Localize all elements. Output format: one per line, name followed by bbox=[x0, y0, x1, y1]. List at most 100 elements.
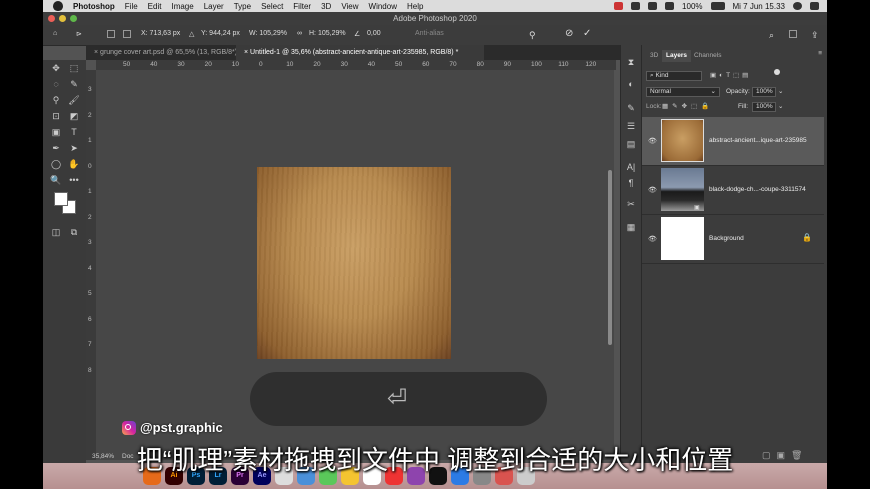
battery-icon[interactable] bbox=[710, 2, 725, 10]
menu-file[interactable]: File bbox=[125, 2, 138, 11]
paragraph-icon[interactable]: ¶ bbox=[625, 177, 637, 189]
opacity-field[interactable]: 100% bbox=[752, 87, 776, 97]
opacity-chevron-icon[interactable]: ⌄ bbox=[778, 87, 783, 95]
adjustments-icon[interactable]: ◐ bbox=[625, 78, 637, 90]
zoom-tool-icon[interactable]: 🔍 bbox=[50, 174, 62, 186]
angle-icon[interactable]: ∠ bbox=[354, 30, 360, 38]
fill-field[interactable]: 100% bbox=[752, 102, 776, 112]
wifi-icon[interactable] bbox=[648, 2, 658, 10]
ruler-h-label: 100 bbox=[531, 61, 542, 68]
menu-layer[interactable]: Layer bbox=[204, 2, 224, 11]
visibility-eye-icon[interactable]: 👁 bbox=[648, 137, 657, 145]
stamp-tool-icon[interactable]: ⊡ bbox=[50, 110, 62, 122]
ruler-h-label: 10 bbox=[286, 61, 294, 68]
tools-preset-icon[interactable]: ✂ bbox=[625, 198, 637, 210]
layer-row-background[interactable]: 👁 Background 🔒 bbox=[642, 215, 824, 264]
vertical-scrollbar[interactable] bbox=[608, 170, 612, 345]
width-field[interactable]: W: 105,29% bbox=[249, 30, 287, 37]
brush-tool-icon[interactable]: 🖌 bbox=[68, 94, 80, 106]
menu-view[interactable]: View bbox=[341, 2, 358, 11]
quick-mask-icon[interactable]: ◫ bbox=[50, 226, 62, 238]
lasso-tool-icon[interactable]: ◌ bbox=[50, 78, 62, 90]
tab-layers[interactable]: Layers bbox=[662, 50, 691, 62]
eraser-tool-icon[interactable]: ◩ bbox=[68, 110, 80, 122]
kind-filter-value: Kind bbox=[655, 72, 669, 79]
gradient-tool-icon[interactable]: ▣ bbox=[50, 126, 62, 138]
window-titlebar: Adobe Photoshop 2020 bbox=[43, 12, 827, 25]
creative-cloud-icon[interactable] bbox=[631, 2, 641, 10]
tab-untitled-1[interactable]: × Untitled-1 @ 35,6% (abstract-ancient-a… bbox=[236, 45, 484, 60]
antialias-label[interactable]: Anti-alias bbox=[415, 30, 444, 37]
shape-tool-icon[interactable]: ◯ bbox=[50, 158, 62, 170]
layer-name: Background bbox=[709, 235, 744, 242]
visibility-eye-icon[interactable]: 👁 bbox=[648, 186, 657, 194]
angle-field[interactable]: 0,00 bbox=[367, 30, 381, 37]
blend-mode-select[interactable]: Normal ⌄ bbox=[646, 87, 720, 97]
brush-settings-icon[interactable]: ✎ bbox=[625, 102, 637, 114]
menu-window[interactable]: Window bbox=[369, 2, 397, 11]
siri-icon[interactable] bbox=[793, 2, 802, 10]
document-canvas-texture[interactable] bbox=[257, 167, 451, 359]
screen-mode-icon[interactable]: ⧉ bbox=[68, 226, 80, 238]
fill-chevron-icon[interactable]: ⌄ bbox=[778, 102, 783, 110]
menu-help[interactable]: Help bbox=[407, 2, 423, 11]
libraries-icon[interactable]: ▤ bbox=[625, 138, 637, 150]
opacity-value: 100% bbox=[756, 88, 773, 95]
character-icon[interactable]: A| bbox=[625, 161, 637, 173]
tab-grunge-cover-art[interactable]: × grunge cover art.psd @ 65,5% (13, RGB/… bbox=[86, 45, 244, 60]
cancel-transform-icon[interactable]: ⊘ bbox=[565, 28, 573, 39]
keypress-overlay: ⏎ bbox=[250, 372, 547, 426]
search-icon[interactable]: ⌕ bbox=[769, 30, 774, 41]
quick-select-tool-icon[interactable]: ✎ bbox=[68, 78, 80, 90]
menu-photoshop[interactable]: Photoshop bbox=[73, 2, 115, 11]
visibility-eye-icon[interactable]: 👁 bbox=[648, 235, 657, 243]
home-icon[interactable]: ⌂ bbox=[53, 30, 57, 37]
history-icon[interactable]: ⧗ bbox=[625, 56, 637, 68]
more-tools-icon[interactable]: ••• bbox=[68, 174, 80, 186]
warp-icon[interactable]: ⚲ bbox=[529, 30, 536, 41]
workspace-icon[interactable] bbox=[789, 30, 797, 38]
menu-select[interactable]: Select bbox=[261, 2, 283, 11]
filter-type-icons[interactable]: ▣◐T⬚▤ bbox=[710, 71, 751, 79]
swatches-icon[interactable]: ▦ bbox=[625, 221, 637, 233]
properties-icon[interactable]: ☰ bbox=[625, 120, 637, 132]
ruler-h-label: 20 bbox=[313, 61, 321, 68]
y-field[interactable]: Y: 944,24 px bbox=[201, 30, 240, 37]
menu-3d[interactable]: 3D bbox=[321, 2, 331, 11]
layer-row-car[interactable]: 👁 ▣ black-dodge-ch...-coupe-3311574 bbox=[642, 166, 824, 215]
commit-transform-icon[interactable]: ✓ bbox=[583, 28, 591, 39]
menu-edit[interactable]: Edit bbox=[148, 2, 162, 11]
move-tool-preset-icon[interactable]: ⊳ bbox=[76, 30, 82, 38]
hand-tool-icon[interactable]: ✋ bbox=[68, 158, 80, 170]
panel-menu-icon[interactable]: ≡ bbox=[818, 50, 822, 57]
height-field[interactable]: H: 105,29% bbox=[309, 30, 346, 37]
kind-filter-select[interactable]: ⌕ Kind bbox=[646, 71, 702, 81]
control-center-icon[interactable] bbox=[810, 2, 819, 10]
foreground-color-swatch[interactable] bbox=[54, 192, 68, 206]
menu-image[interactable]: Image bbox=[171, 2, 193, 11]
reference-grid-icon[interactable] bbox=[123, 30, 131, 38]
move-tool-icon[interactable]: ✥ bbox=[50, 62, 62, 74]
marquee-tool-icon[interactable]: ⬚ bbox=[68, 62, 80, 74]
eyedropper-tool-icon[interactable]: ⚲ bbox=[50, 94, 62, 106]
reference-point-icon[interactable] bbox=[107, 30, 115, 38]
ruler-h-label: 50 bbox=[123, 61, 131, 68]
volume-icon[interactable] bbox=[665, 2, 675, 10]
status-app-icon[interactable] bbox=[614, 2, 624, 10]
filter-toggle-icon[interactable] bbox=[774, 69, 780, 75]
link-icon[interactable]: ∞ bbox=[297, 30, 302, 37]
share-icon[interactable]: ⇪ bbox=[811, 30, 819, 41]
layer-row-texture[interactable]: 👁 abstract-ancient...ique-art-235985 bbox=[642, 117, 824, 166]
lock-options-icons[interactable]: ▦✎✥⬚🔒 bbox=[662, 102, 713, 110]
pen-tool-icon[interactable]: ✒ bbox=[50, 142, 62, 154]
x-field[interactable]: X: 713,63 px bbox=[141, 30, 180, 37]
clock[interactable]: Mi 7 Jun 15.33 bbox=[733, 2, 785, 11]
type-tool-icon[interactable]: T bbox=[68, 126, 80, 138]
path-select-tool-icon[interactable]: ➤ bbox=[68, 142, 80, 154]
tab-channels[interactable]: Channels bbox=[690, 50, 725, 62]
apple-icon[interactable] bbox=[53, 1, 63, 11]
delta-icon[interactable]: △ bbox=[189, 30, 194, 38]
menu-type[interactable]: Type bbox=[234, 2, 251, 11]
menu-filter[interactable]: Filter bbox=[293, 2, 311, 11]
tab-3d[interactable]: 3D bbox=[646, 50, 662, 62]
